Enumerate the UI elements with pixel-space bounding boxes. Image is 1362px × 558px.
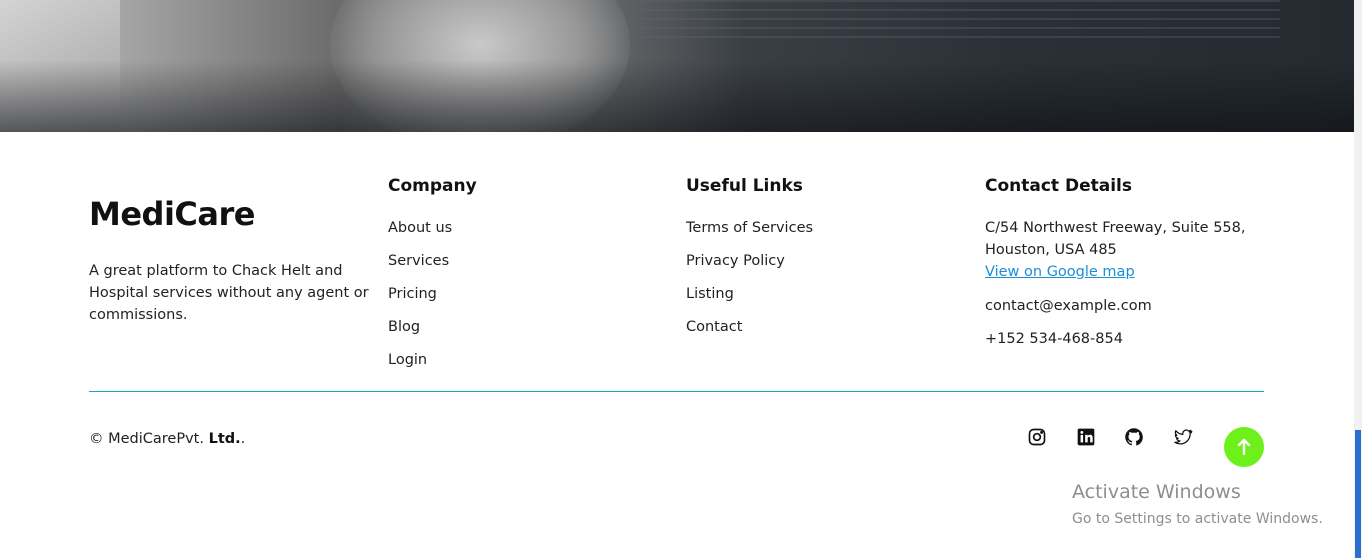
- copyright-bold: Ltd.: [208, 431, 241, 447]
- footer-divider: [89, 391, 1264, 392]
- copyright-prefix: © MediCarePvt.: [89, 431, 204, 447]
- footer-link-contact[interactable]: Contact: [686, 316, 813, 338]
- hero-banner-image: [0, 0, 1354, 132]
- footer-tagline: A great platform to Chack Helt and Hospi…: [89, 263, 369, 323]
- windows-activation-watermark: Activate Windows Go to Settings to activ…: [1072, 480, 1323, 529]
- useful-links-heading: Useful Links: [686, 176, 803, 196]
- google-map-link[interactable]: View on Google map: [985, 261, 1246, 283]
- footer-link-services[interactable]: Services: [388, 250, 477, 272]
- useful-links-column: Useful Links Terms of Services Privacy P…: [686, 175, 813, 349]
- hero-monitor-lines: [640, 0, 1280, 40]
- useful-links-list: Terms of Services Privacy Policy Listing…: [686, 217, 813, 338]
- footer-link-terms[interactable]: Terms of Services: [686, 217, 813, 239]
- page-scrollbar[interactable]: [1354, 0, 1362, 558]
- company-heading: Company: [388, 176, 477, 196]
- watermark-title: Activate Windows: [1072, 481, 1241, 503]
- twitter-icon[interactable]: [1172, 426, 1194, 448]
- footer-link-blog[interactable]: Blog: [388, 316, 477, 338]
- instagram-icon[interactable]: [1026, 426, 1048, 448]
- github-icon[interactable]: [1123, 426, 1145, 448]
- contact-heading: Contact Details: [985, 176, 1132, 196]
- footer-link-about-us[interactable]: About us: [388, 217, 477, 239]
- footer-link-privacy[interactable]: Privacy Policy: [686, 250, 813, 272]
- contact-address-line2: Houston, USA 485: [985, 242, 1117, 258]
- contact-address-line1: C/54 Northwest Freeway, Suite 558,: [985, 220, 1246, 236]
- arrow-up-icon: [1237, 438, 1251, 456]
- company-links-list: About us Services Pricing Blog Login: [388, 217, 477, 371]
- contact-details-column: Contact Details C/54 Northwest Freeway, …: [985, 175, 1246, 350]
- copyright-text: © MediCarePvt. Ltd..: [89, 428, 245, 450]
- footer-link-listing[interactable]: Listing: [686, 283, 813, 305]
- company-links-column: Company About us Services Pricing Blog L…: [388, 175, 477, 382]
- scroll-to-top-button[interactable]: [1224, 427, 1264, 467]
- footer-link-pricing[interactable]: Pricing: [388, 283, 477, 305]
- footer-link-login[interactable]: Login: [388, 349, 477, 371]
- contact-email[interactable]: contact@example.com: [985, 295, 1246, 317]
- linkedin-icon[interactable]: [1075, 426, 1097, 448]
- footer-brand-logo[interactable]: MediCare: [89, 195, 255, 233]
- scrollbar-thumb[interactable]: [1355, 430, 1361, 558]
- contact-phone[interactable]: +152 534-468-854: [985, 328, 1246, 350]
- copyright-suffix: .: [240, 431, 246, 447]
- watermark-subtitle: Go to Settings to activate Windows.: [1072, 511, 1323, 527]
- hero-shade: [0, 60, 1354, 132]
